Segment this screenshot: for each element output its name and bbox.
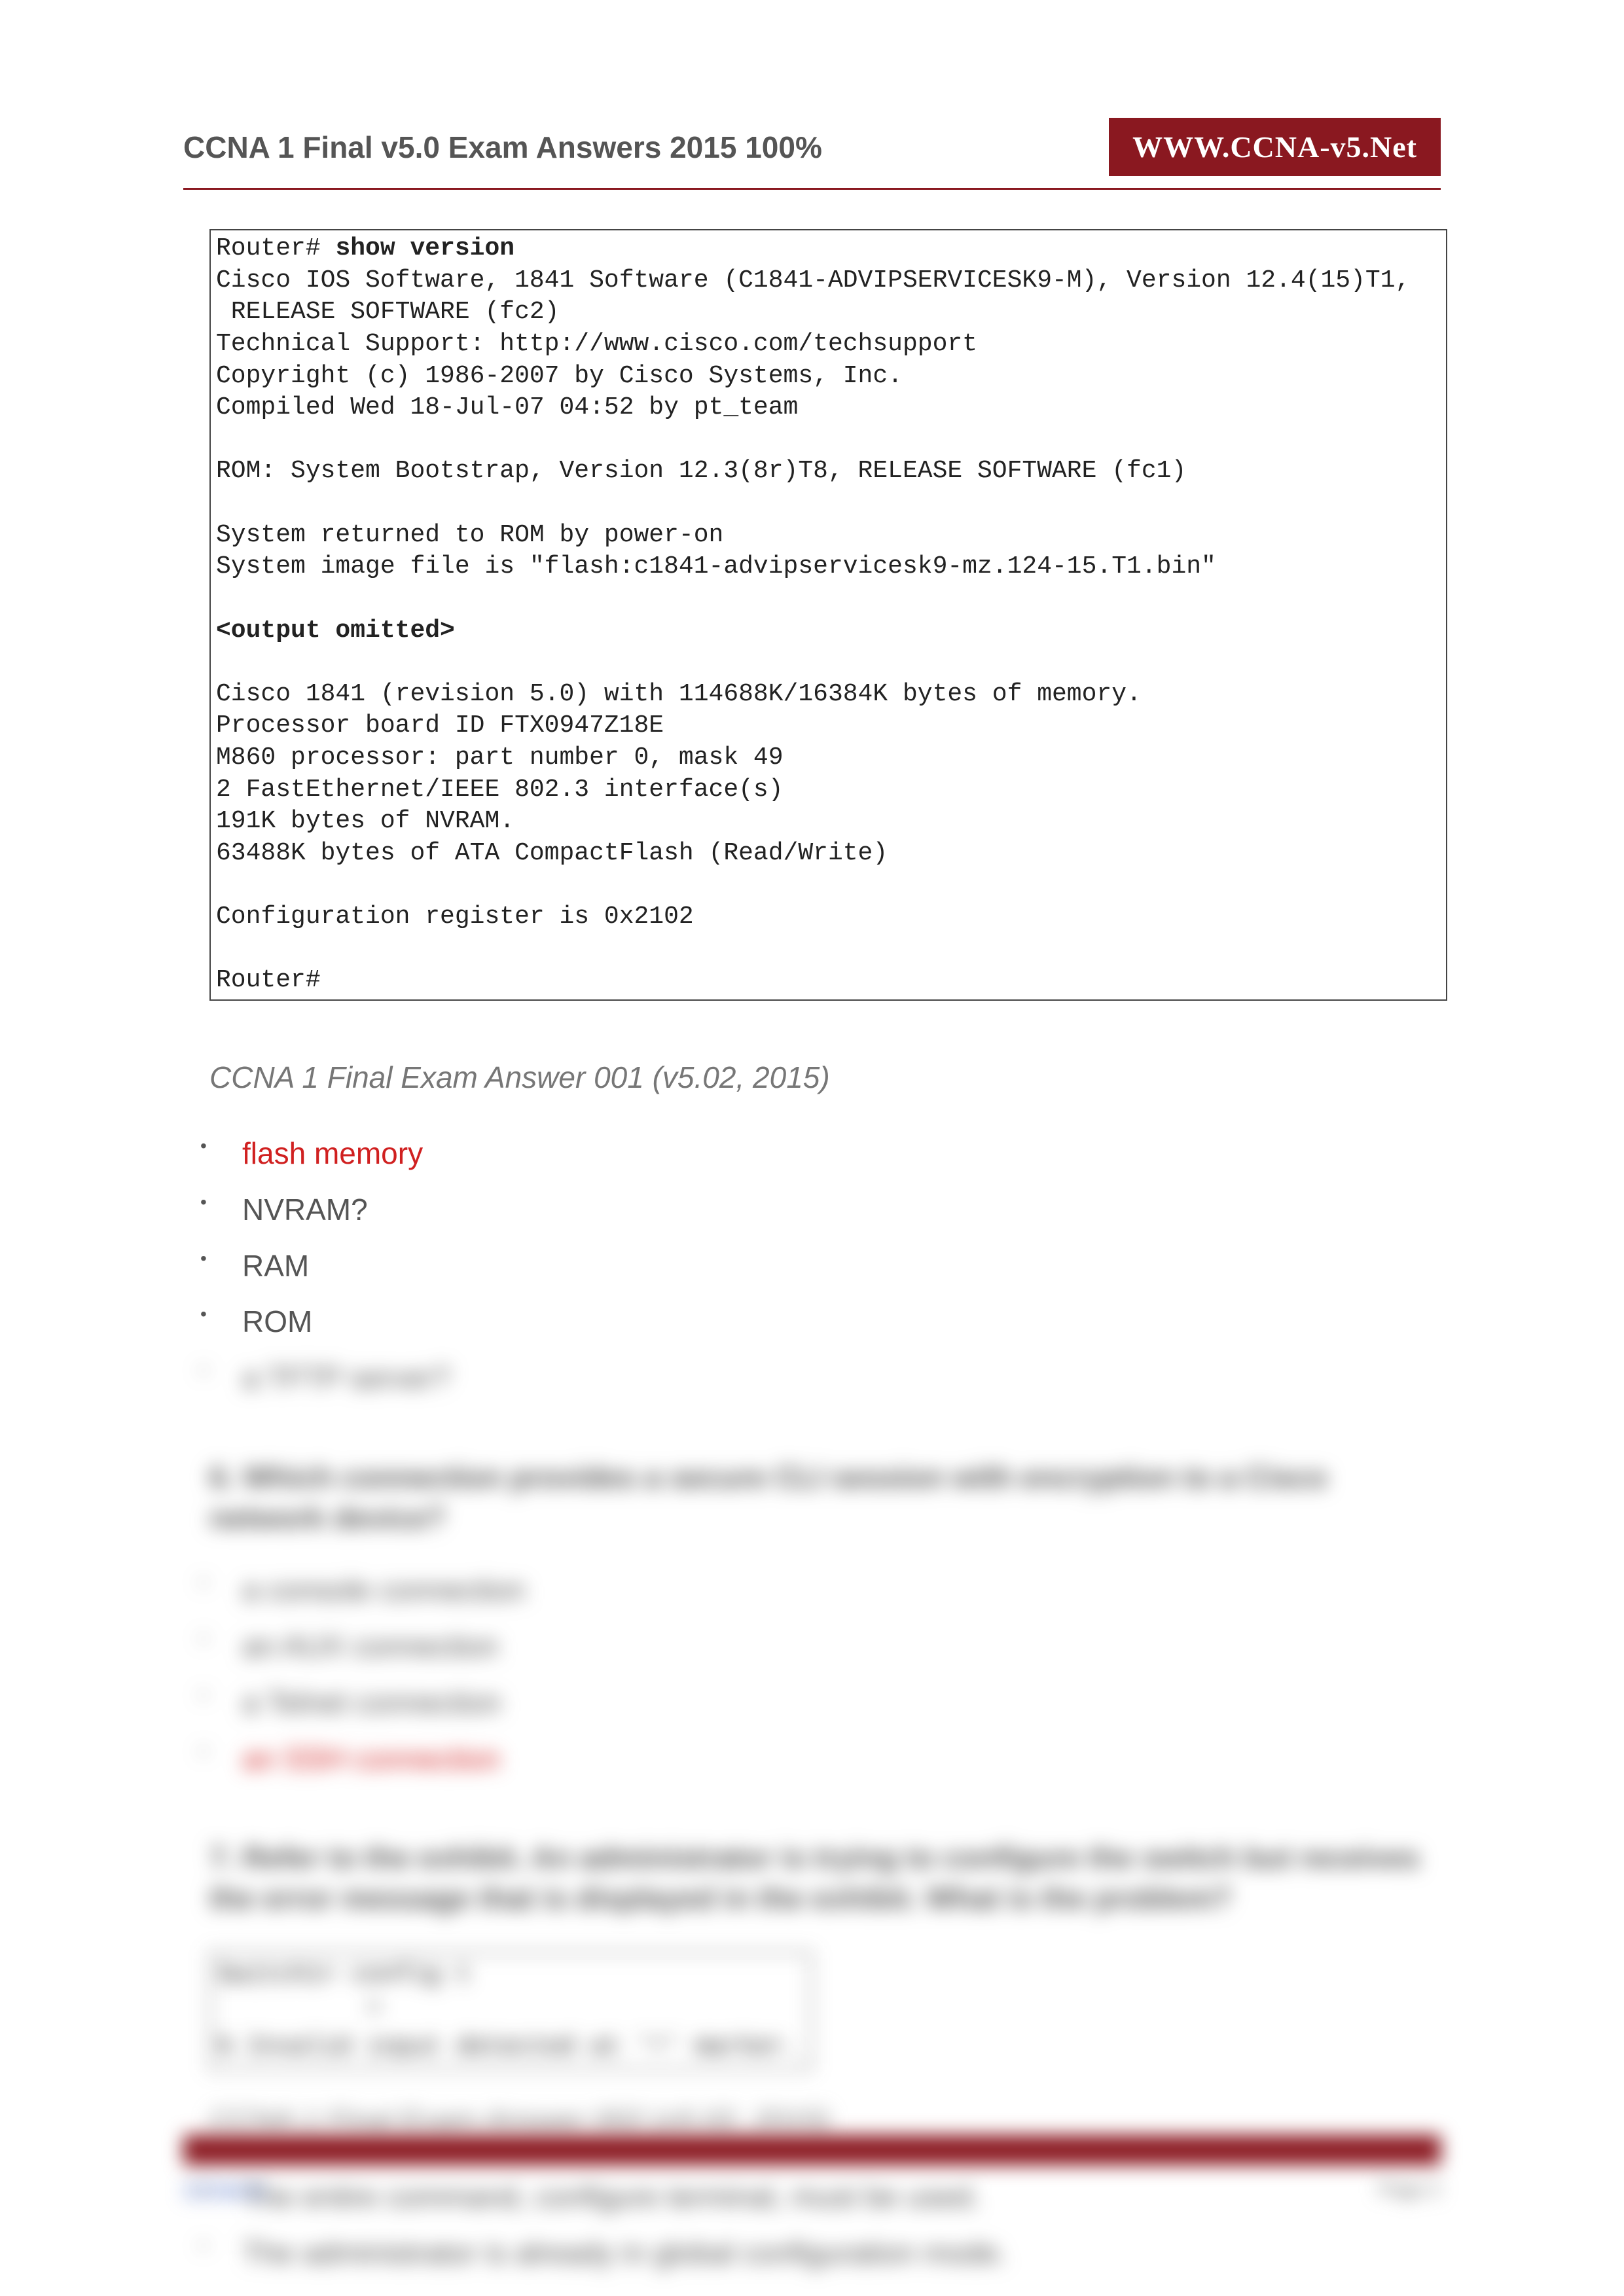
page-header: CCNA 1 Final v5.0 Exam Answers 2015 100%…: [183, 118, 1441, 190]
figure-caption-002: CCNA 1 Final Exam Answer 002 (v5.02, 201…: [209, 2103, 1441, 2138]
terminal-line: ^: [217, 1997, 382, 2025]
option-telnet: a Telnet connection: [196, 1683, 1441, 1723]
footer-bar: [183, 2135, 1441, 2165]
router-prompt: Router#: [216, 234, 335, 262]
footer-row: CCNA 5 Page 2: [183, 2179, 1441, 2204]
option-ram: RAM: [196, 1247, 1441, 1286]
terminal-line: Technical Support: http://www.cisco.com/…: [216, 330, 977, 358]
terminal-line: Compiled Wed 18-Jul-07 04:52 by pt_team: [216, 393, 798, 422]
option-flash-memory: flash memory: [196, 1134, 1441, 1174]
output-omitted: <output omitted>: [216, 617, 455, 645]
show-version-command: show version: [335, 234, 514, 262]
terminal-line: Cisco 1841 (revision 5.0) with 114688K/1…: [216, 680, 1142, 708]
question6-text: 6. Which connection provides a secure CL…: [209, 1457, 1441, 1538]
terminal-line: % Invalid input detected at '^' marker.: [217, 2033, 799, 2061]
terminal-line: RELEASE SOFTWARE (fc2): [216, 298, 560, 326]
terminal-line: ROM: System Bootstrap, Version 12.3(8r)T…: [216, 457, 1186, 485]
router-prompt: Router#: [216, 966, 321, 994]
terminal-line: Copyright (c) 1986-2007 by Cisco Systems…: [216, 362, 903, 390]
option-console: a console connection: [196, 1571, 1441, 1610]
terminal-line: Configuration register is 0x2102: [216, 903, 694, 931]
terminal-line: Processor board ID FTX0947Z18E: [216, 711, 664, 740]
site-badge: WWW.CCNA-v5.Net: [1109, 118, 1441, 176]
terminal-line: 63488K bytes of ATA CompactFlash (Read/W…: [216, 839, 888, 867]
option-rom: ROM: [196, 1302, 1441, 1342]
terminal-line: System image file is "flash:c1841-advips…: [216, 552, 1216, 581]
option-ssh: an SSH connection: [196, 1740, 1441, 1779]
figure-caption-001: CCNA 1 Final Exam Answer 001 (v5.02, 201…: [209, 1060, 1441, 1095]
header-title: CCNA 1 Final v5.0 Exam Answers 2015 100%: [183, 130, 822, 165]
footer-page: Page 2: [1379, 2179, 1441, 2204]
terminal-line: Switch1> config t: [217, 1961, 471, 1989]
option-aux: an AUX connection: [196, 1627, 1441, 1666]
terminal-line: System returned to ROM by power-on: [216, 521, 723, 549]
option-tftp: a TFTP server?: [196, 1359, 1441, 1398]
terminal-line: M860 processor: part number 0, mask 49: [216, 744, 784, 772]
router-show-version-output: Router# show version Cisco IOS Software,…: [209, 229, 1447, 1001]
question5-options: flash memory NVRAM? RAM ROM a TFTP serve…: [196, 1134, 1441, 1398]
terminal-line: 191K bytes of NVRAM.: [216, 807, 514, 835]
terminal-line: Cisco IOS Software, 1841 Software (C1841…: [216, 266, 1410, 295]
question6-options: a console connection an AUX connection a…: [196, 1571, 1441, 1778]
footer-link[interactable]: CCNA 5: [183, 2179, 264, 2204]
option-already-global: The administrator is already in global c…: [196, 2234, 1441, 2273]
terminal-line: 2 FastEthernet/IEEE 802.3 interface(s): [216, 776, 784, 804]
switch-error-output: Switch1> config t ^ % Invalid input dete…: [209, 1952, 812, 2070]
option-nvram: NVRAM?: [196, 1191, 1441, 1230]
question7-text: 7. Refer to the exhibit. An administrato…: [209, 1837, 1441, 1918]
